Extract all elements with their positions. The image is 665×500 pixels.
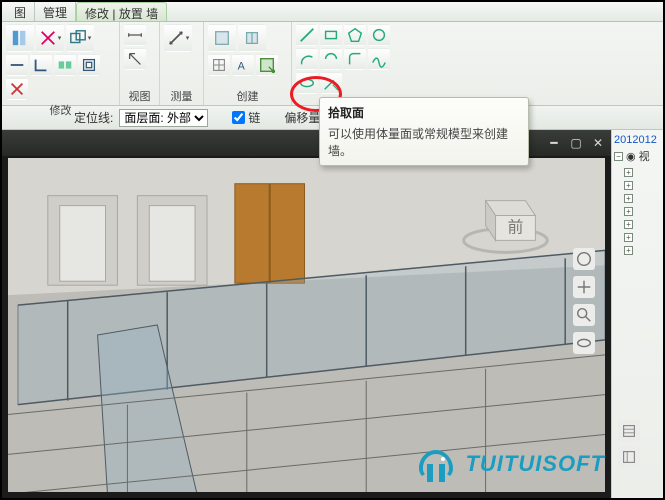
tab-tu[interactable]: 图 bbox=[6, 2, 35, 21]
tree-node[interactable]: + bbox=[624, 244, 661, 257]
tree-node[interactable]: + bbox=[624, 166, 661, 179]
door-tool-button[interactable] bbox=[238, 24, 266, 52]
fillet-shape-button[interactable] bbox=[344, 48, 366, 70]
arc-shape-button[interactable] bbox=[296, 48, 318, 70]
trim-button[interactable] bbox=[6, 54, 28, 76]
tab-modify-wall[interactable]: 修改 | 放置 墙 bbox=[76, 2, 167, 21]
expand-icon[interactable]: + bbox=[624, 181, 633, 190]
expand-icon[interactable]: + bbox=[624, 194, 633, 203]
ribbon: ▾ ▾ 修改 视图 ▾ 测量 A bbox=[2, 22, 663, 106]
dim-button[interactable] bbox=[124, 24, 146, 46]
chain-checkbox[interactable] bbox=[232, 111, 245, 124]
poly-shape-button[interactable] bbox=[344, 24, 366, 46]
measure-button[interactable]: ▾ bbox=[164, 24, 192, 52]
ellipse-shape-button[interactable] bbox=[296, 72, 318, 94]
watermark-text: TUITUISOFT bbox=[465, 451, 605, 477]
tree-node[interactable]: + bbox=[624, 218, 661, 231]
ribbon-group-modify: ▾ ▾ 修改 bbox=[2, 22, 120, 105]
main-tabs: 图 管理 修改 | 放置 墙 bbox=[2, 2, 663, 22]
viewcube-face-label: 前 bbox=[507, 218, 523, 236]
offset-label: 偏移量: bbox=[284, 109, 323, 126]
group-label-view: 视图 bbox=[124, 86, 155, 104]
project-browser: 2012012 − ◉ 视 + + + + + + + bbox=[611, 130, 663, 498]
wall-tool-button[interactable] bbox=[208, 24, 236, 52]
nav-pan-icon[interactable] bbox=[573, 276, 595, 298]
tooltip-body: 可以使用体量面或常规模型来创建墙。 bbox=[328, 125, 520, 159]
align-button[interactable] bbox=[6, 24, 34, 52]
tree-node[interactable]: + bbox=[624, 231, 661, 244]
chain-label: 链 bbox=[248, 109, 260, 126]
expand-icon[interactable]: + bbox=[624, 168, 633, 177]
line-shape-button[interactable] bbox=[296, 24, 318, 46]
browser-title: 2012012 bbox=[614, 134, 661, 146]
min-window-icon[interactable]: ━ bbox=[547, 136, 561, 150]
offset-button[interactable] bbox=[78, 54, 100, 76]
ribbon-group-view: 视图 bbox=[120, 22, 160, 105]
delete-button[interactable] bbox=[6, 78, 28, 100]
spline-shape-button[interactable] bbox=[368, 48, 390, 70]
viewport-frame: ━ ▢ ✕ bbox=[2, 130, 611, 498]
nav-wheel-icon[interactable] bbox=[573, 248, 595, 270]
group-label-create: 创建 bbox=[208, 86, 287, 104]
ribbon-group-measure: ▾ 测量 bbox=[160, 22, 204, 105]
expand-icon[interactable]: + bbox=[624, 246, 633, 255]
nav-bar bbox=[573, 248, 599, 354]
nav-zoom-icon[interactable] bbox=[573, 304, 595, 326]
sheet-icon[interactable] bbox=[618, 420, 640, 442]
tree-node-label: 视 bbox=[639, 148, 650, 164]
nav-orbit-icon[interactable] bbox=[573, 332, 595, 354]
tree-node[interactable]: + bbox=[624, 192, 661, 205]
props-icon[interactable] bbox=[618, 446, 640, 468]
split-button[interactable] bbox=[54, 54, 76, 76]
tooltip-title: 拾取面 bbox=[328, 104, 520, 121]
tree-node-root[interactable]: − ◉ 视 bbox=[614, 146, 661, 166]
tree-node[interactable]: + bbox=[624, 179, 661, 192]
pick-face-button[interactable] bbox=[256, 54, 278, 76]
dim2-button[interactable] bbox=[124, 48, 146, 70]
loc-select[interactable]: 面层面: 外部 bbox=[119, 109, 208, 127]
svg-text:A: A bbox=[238, 61, 246, 73]
elephant-logo-icon bbox=[413, 444, 459, 484]
collapse-icon[interactable]: − bbox=[614, 152, 623, 161]
close-window-icon[interactable]: ✕ bbox=[591, 136, 605, 150]
ribbon-group-draw bbox=[292, 22, 412, 105]
rect-shape-button[interactable] bbox=[320, 24, 342, 46]
group-label-modify: 修改 bbox=[6, 100, 115, 118]
circle-shape-button[interactable] bbox=[368, 24, 390, 46]
arc2-shape-button[interactable] bbox=[320, 48, 342, 70]
watermark: TUITUISOFT bbox=[413, 444, 605, 484]
tab-manage[interactable]: 管理 bbox=[35, 2, 76, 21]
text-tool-button[interactable]: A bbox=[232, 54, 254, 76]
expand-icon[interactable]: + bbox=[624, 207, 633, 216]
pick-line-button[interactable] bbox=[320, 72, 342, 94]
ribbon-group-create: A 创建 bbox=[204, 22, 292, 105]
tool-tooltip: 拾取面 可以使用体量面或常规模型来创建墙。 bbox=[319, 97, 529, 166]
join-button[interactable]: ▾ bbox=[66, 24, 94, 52]
expand-icon[interactable]: + bbox=[624, 233, 633, 242]
model-viewport[interactable]: 前 bbox=[8, 158, 605, 492]
group-label-measure: 测量 bbox=[164, 86, 199, 104]
grid-tool-button[interactable] bbox=[208, 54, 230, 76]
chain-checkbox-wrap[interactable]: 链 bbox=[232, 109, 260, 126]
max-window-icon[interactable]: ▢ bbox=[569, 136, 583, 150]
cut-button[interactable]: ▾ bbox=[36, 24, 64, 52]
tree-node[interactable]: + bbox=[624, 205, 661, 218]
trim-corner-button[interactable] bbox=[30, 54, 52, 76]
expand-icon[interactable]: + bbox=[624, 220, 633, 229]
